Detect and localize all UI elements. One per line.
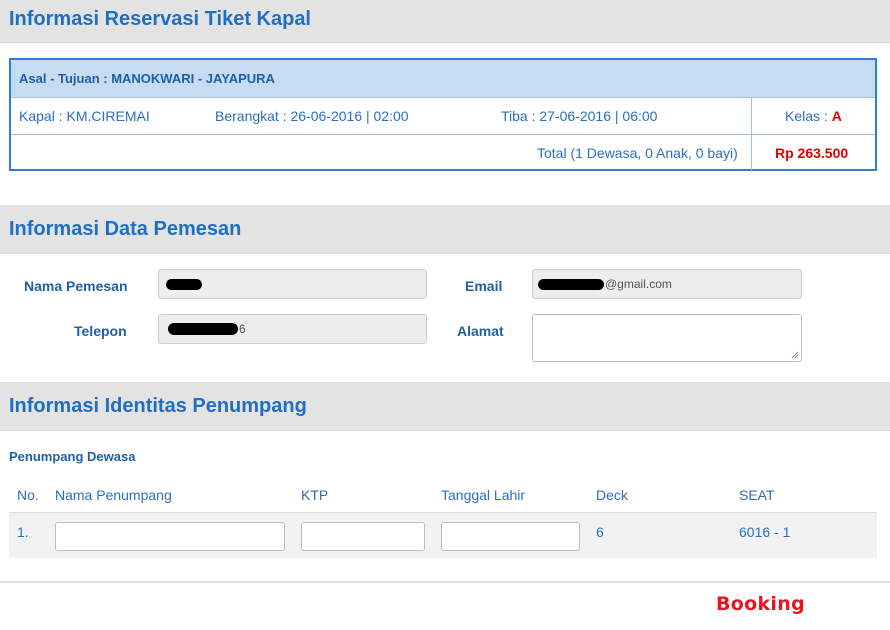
ktp-input[interactable] <box>301 522 425 551</box>
address-textarea[interactable] <box>532 314 802 362</box>
redaction-mark <box>168 323 238 335</box>
resize-handle-icon[interactable] <box>791 351 799 359</box>
column-header-deck: Deck <box>596 487 628 503</box>
divider <box>0 581 890 583</box>
redaction-mark <box>166 279 202 290</box>
email-value: @gmail.com <box>605 277 672 291</box>
trip-details-row: Kapal : KM.CIREMAI Berangkat : 26-06-201… <box>11 98 875 135</box>
redaction-mark <box>538 279 604 290</box>
seat-value: 6016 - 1 <box>739 524 791 540</box>
table-row: 1. 6 6016 - 1 <box>9 512 877 558</box>
adult-passenger-heading: Penumpang Dewasa <box>9 449 136 464</box>
orderer-section-header: Informasi Data Pemesan <box>0 205 890 254</box>
name-label: Nama Pemesan <box>24 278 128 294</box>
orderer-section-title: Informasi Data Pemesan <box>9 218 242 240</box>
departure-time: Berangkat : 26-06-2016 | 02:00 <box>215 108 409 124</box>
total-price: Rp 263.500 <box>775 145 849 161</box>
route-bar: Asal - Tujuan : MANOKWARI - JAYAPURA <box>11 60 875 98</box>
deck-value: 6 <box>596 524 604 540</box>
booking-button[interactable]: Booking <box>716 593 805 615</box>
phone-field[interactable]: 6 <box>158 314 427 344</box>
reservation-summary: Asal - Tujuan : MANOKWARI - JAYAPURA Kap… <box>9 58 877 171</box>
row-number: 1. <box>17 524 29 540</box>
email-field[interactable]: @gmail.com <box>532 269 802 299</box>
reservation-section-header: Informasi Reservasi Tiket Kapal <box>0 0 890 43</box>
birthdate-input[interactable] <box>441 522 580 551</box>
column-header-name: Nama Penumpang <box>55 487 172 503</box>
total-label: Total (1 Dewasa, 0 Anak, 0 bayi) <box>537 145 738 161</box>
column-header-birthdate: Tanggal Lahir <box>441 487 526 503</box>
reservation-section-title: Informasi Reservasi Tiket Kapal <box>9 8 311 30</box>
route-text: Asal - Tujuan : MANOKWARI - JAYAPURA <box>19 71 275 86</box>
divider <box>751 135 752 170</box>
arrival-time: Tiba : 27-06-2016 | 06:00 <box>501 108 658 124</box>
phone-label: Telepon <box>74 323 127 339</box>
passenger-section-header: Informasi Identitas Penumpang <box>0 382 890 431</box>
ship-name: Kapal : KM.CIREMAI <box>19 108 150 124</box>
column-header-seat: SEAT <box>739 487 775 503</box>
divider <box>751 98 752 134</box>
class-info: Kelas : A <box>785 108 842 124</box>
phone-value: 6 <box>239 322 246 336</box>
class-value: A <box>831 108 842 124</box>
passenger-section-title: Informasi Identitas Penumpang <box>9 395 307 417</box>
passenger-name-input[interactable] <box>55 522 285 551</box>
name-field[interactable] <box>158 269 427 299</box>
column-header-ktp: KTP <box>301 487 329 503</box>
address-label: Alamat <box>457 323 504 339</box>
email-label: Email <box>465 278 503 294</box>
total-row: Total (1 Dewasa, 0 Anak, 0 bayi) Rp 263.… <box>11 135 875 170</box>
class-label: Kelas : <box>785 108 832 124</box>
column-header-no: No. <box>17 487 39 503</box>
